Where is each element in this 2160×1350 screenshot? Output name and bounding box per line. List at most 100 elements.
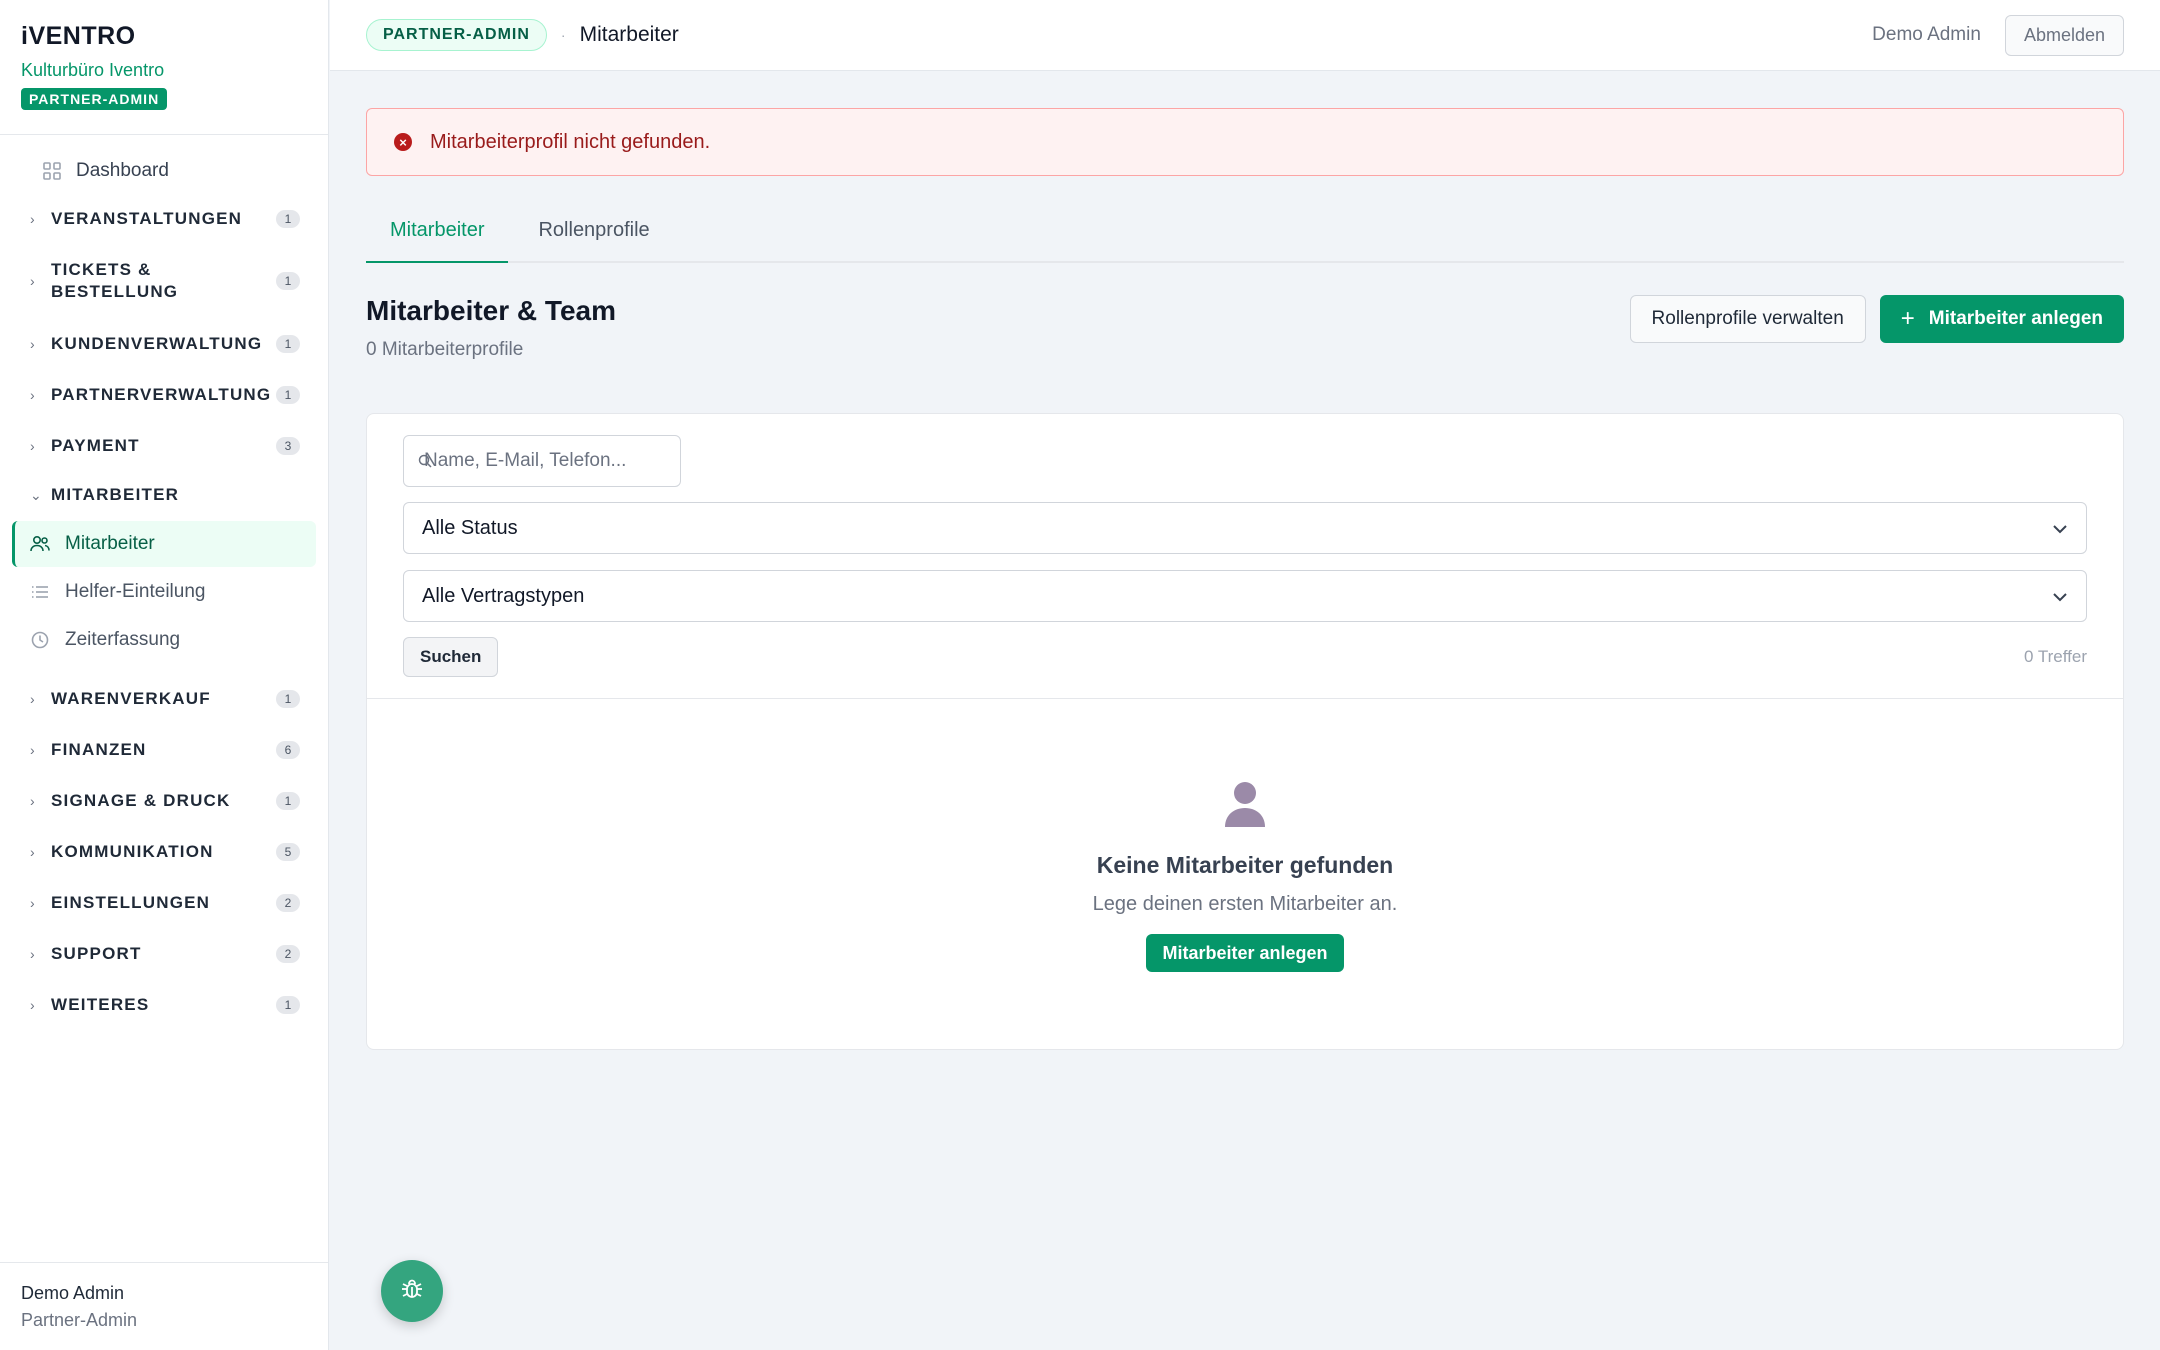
sidebar-item-label: Mitarbeiter bbox=[65, 533, 155, 554]
sidebar: iVENTRO Kulturbüro Iventro PARTNER-ADMIN… bbox=[0, 0, 329, 1350]
tab-bar: Mitarbeiter Rollenprofile bbox=[366, 203, 2124, 263]
count-badge: 1 bbox=[276, 689, 300, 708]
nav-group-kundenverwaltung[interactable]: › KUNDENVERWALTUNG 1 bbox=[0, 318, 328, 369]
nav-group-label: EINSTELLUNGEN bbox=[51, 892, 211, 912]
role-badge: PARTNER-ADMIN bbox=[21, 88, 168, 110]
nav-group-label: WARENVERKAUF bbox=[51, 688, 211, 708]
nav-group-label: PAYMENT bbox=[51, 435, 140, 455]
nav-group-weiteres[interactable]: › WEITERES 1 bbox=[0, 979, 328, 1030]
nav-group-partnerverwaltung[interactable]: › PARTNERVERWALTUNG 1 bbox=[0, 369, 328, 420]
search-button[interactable]: Suchen bbox=[403, 637, 499, 677]
chevron-right-icon: › bbox=[30, 894, 35, 911]
sidebar-item-label: Zeiterfassung bbox=[65, 629, 181, 650]
error-alert: × Mitarbeiterprofil nicht gefunden. bbox=[366, 108, 2124, 176]
chevron-right-icon: › bbox=[30, 386, 35, 403]
page-title: Mitarbeiter bbox=[579, 23, 679, 46]
nav-group-support[interactable]: › SUPPORT 2 bbox=[0, 928, 328, 979]
topbar: PARTNER-ADMIN · Mitarbeiter Demo Admin A… bbox=[330, 0, 2160, 71]
tab-mitarbeiter[interactable]: Mitarbeiter bbox=[366, 203, 509, 263]
count-badge: 1 bbox=[276, 209, 300, 228]
nav-group-label: SIGNAGE & DRUCK bbox=[51, 790, 231, 810]
sidebar-item-dashboard[interactable]: Dashboard bbox=[12, 149, 316, 193]
search-icon bbox=[418, 452, 432, 474]
sidebar-nav: Dashboard › VERANSTALTUNGEN 1 › TICKETS … bbox=[0, 135, 328, 1030]
logout-button[interactable]: Abmelden bbox=[2004, 14, 2124, 56]
search-placeholder: Name, E-Mail, Telefon... bbox=[424, 450, 627, 471]
contract-type-select[interactable]: Alle Vertragstypen bbox=[403, 570, 2087, 622]
nav-group-payment[interactable]: › PAYMENT 3 bbox=[0, 420, 328, 471]
error-icon: × bbox=[394, 133, 412, 151]
search-input[interactable]: Name, E-Mail, Telefon... bbox=[403, 435, 681, 487]
plus-icon: + bbox=[1900, 305, 1915, 332]
chevron-right-icon: › bbox=[30, 437, 35, 454]
sidebar-item-helfer-einteilung[interactable]: Helfer-Einteilung bbox=[12, 569, 316, 615]
manage-roles-button[interactable]: Rollenprofile verwalten bbox=[1629, 295, 1866, 343]
employee-list-card: Name, E-Mail, Telefon... Alle Status All… bbox=[366, 413, 2124, 1050]
count-badge: 5 bbox=[276, 842, 300, 861]
sidebar-item-label: Dashboard bbox=[76, 160, 169, 181]
nav-group-label: PARTNERVERWALTUNG bbox=[51, 384, 272, 404]
count-badge: 1 bbox=[276, 791, 300, 810]
clock-icon bbox=[30, 631, 50, 649]
filter-panel: Name, E-Mail, Telefon... Alle Status All… bbox=[367, 414, 2123, 699]
chevron-down-icon bbox=[2052, 517, 2068, 540]
topbar-role-badge: PARTNER-ADMIN bbox=[366, 19, 547, 51]
person-icon bbox=[1221, 779, 1269, 834]
empty-text: Lege deinen ersten Mitarbeiter an. bbox=[1092, 893, 1398, 915]
count-badge: 1 bbox=[276, 385, 300, 404]
chevron-right-icon: › bbox=[30, 996, 35, 1013]
nav-group-label: TICKETS & BESTELLUNG bbox=[51, 260, 179, 301]
chevron-right-icon: › bbox=[30, 945, 35, 962]
sidebar-user-role: Partner-Admin bbox=[21, 1310, 138, 1330]
count-badge: 3 bbox=[276, 436, 300, 455]
sidebar-item-zeiterfassung[interactable]: Zeiterfassung bbox=[12, 617, 316, 663]
breadcrumb-separator: · bbox=[560, 27, 566, 43]
alert-message: Mitarbeiterprofil nicht gefunden. bbox=[430, 130, 711, 153]
chevron-right-icon: › bbox=[30, 335, 35, 352]
users-icon bbox=[30, 535, 50, 553]
nav-group-signage[interactable]: › SIGNAGE & DRUCK 1 bbox=[0, 775, 328, 826]
count-badge: 1 bbox=[276, 272, 300, 290]
nav-group-veranstaltungen[interactable]: › VERANSTALTUNGEN 1 bbox=[0, 193, 328, 244]
status-select-value: Alle Status bbox=[422, 516, 518, 539]
chevron-right-icon: › bbox=[30, 741, 35, 758]
chevron-right-icon: › bbox=[30, 210, 35, 227]
nav-group-label: FINANZEN bbox=[51, 739, 147, 759]
sidebar-item-mitarbeiter[interactable]: Mitarbeiter bbox=[12, 521, 316, 567]
section-title: Mitarbeiter & Team bbox=[366, 295, 616, 326]
brand: iVENTRO Kulturbüro Iventro PARTNER-ADMIN bbox=[0, 0, 328, 135]
nav-group-kommunikation[interactable]: › KOMMUNIKATION 5 bbox=[0, 826, 328, 877]
nav-group-einstellungen[interactable]: › EINSTELLUNGEN 2 bbox=[0, 877, 328, 928]
profile-count: 0 Mitarbeiterprofile bbox=[366, 339, 524, 360]
bug-icon bbox=[399, 1276, 425, 1307]
list-icon bbox=[30, 584, 50, 600]
chevron-right-icon: › bbox=[30, 273, 35, 289]
nav-group-mitarbeiter[interactable]: ⌄ MITARBEITER bbox=[0, 471, 328, 519]
chevron-down-icon bbox=[2052, 585, 2068, 608]
chevron-right-icon: › bbox=[30, 690, 35, 707]
nav-group-label: MITARBEITER bbox=[51, 485, 180, 504]
nav-group-label: KOMMUNIKATION bbox=[51, 841, 214, 861]
count-badge: 6 bbox=[276, 740, 300, 759]
add-first-employee-button[interactable]: Mitarbeiter anlegen bbox=[1146, 934, 1344, 972]
count-badge: 1 bbox=[276, 334, 300, 353]
nav-group-warenverkauf[interactable]: › WARENVERKAUF 1 bbox=[0, 673, 328, 724]
chevron-right-icon: › bbox=[30, 792, 35, 809]
add-employee-button[interactable]: + Mitarbeiter anlegen bbox=[1879, 295, 2124, 343]
nav-group-finanzen[interactable]: › FINANZEN 6 bbox=[0, 724, 328, 775]
contract-select-value: Alle Vertragstypen bbox=[422, 584, 585, 607]
chevron-down-icon: ⌄ bbox=[30, 486, 42, 503]
organization-name: Kulturbüro Iventro bbox=[21, 60, 165, 80]
nav-group-label: SUPPORT bbox=[51, 943, 142, 963]
count-badge: 1 bbox=[276, 995, 300, 1014]
status-select[interactable]: Alle Status bbox=[403, 502, 2087, 554]
bug-report-button[interactable] bbox=[381, 1260, 443, 1322]
brand-logo[interactable]: iVENTRO bbox=[21, 22, 307, 51]
sidebar-user: Demo Admin Partner-Admin bbox=[0, 1262, 328, 1350]
chevron-right-icon: › bbox=[30, 843, 35, 860]
nav-group-label: WEITERES bbox=[51, 994, 150, 1014]
tab-rollenprofile[interactable]: Rollenprofile bbox=[514, 203, 673, 261]
nav-group-tickets[interactable]: › TICKETS & BESTELLUNG 1 bbox=[0, 244, 328, 318]
count-badge: 2 bbox=[276, 944, 300, 963]
count-badge: 2 bbox=[276, 893, 300, 912]
